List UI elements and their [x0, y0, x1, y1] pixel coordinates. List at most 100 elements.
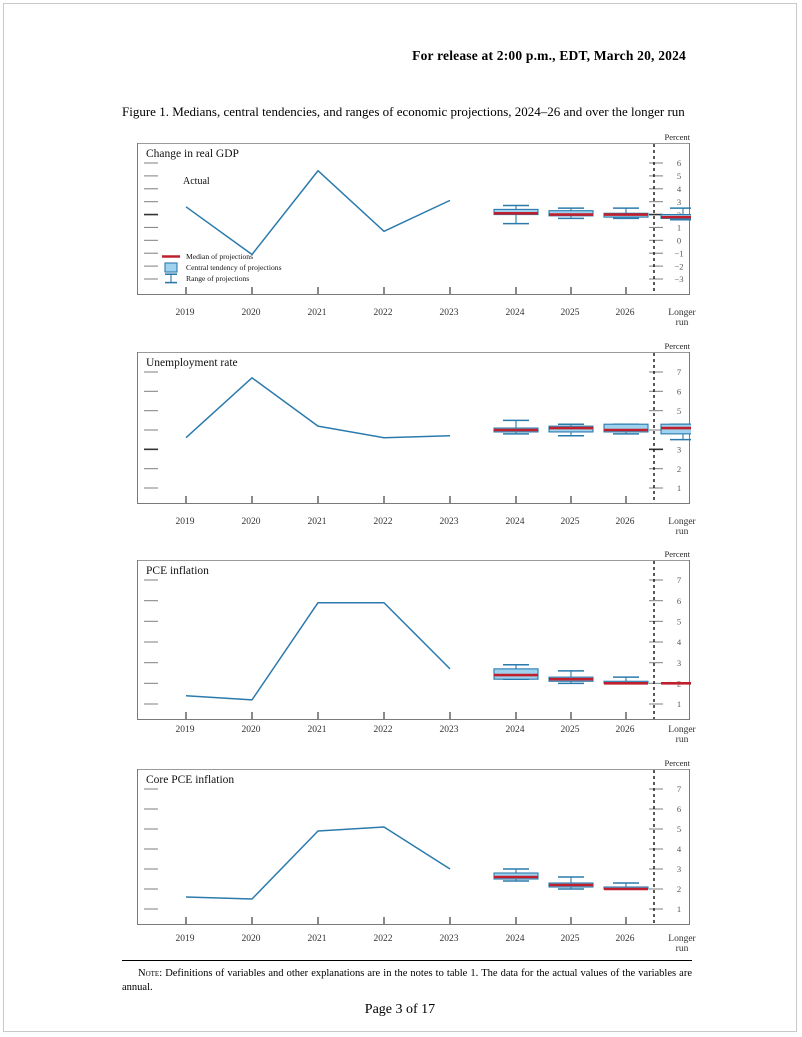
x-axis-label-2024: 2024	[505, 308, 525, 318]
x-axis-label-2022: 2022	[373, 517, 393, 527]
projection-2025	[548, 876, 594, 890]
chart-svg: 7654321	[144, 770, 682, 924]
x-axis-label-longer-run: Longer run	[668, 725, 695, 746]
chart-panel-core-pce-inflation: Percent Core PCE inflation 7 6 5 4 3 2 1	[137, 758, 690, 929]
x-axis-label-2020: 2020	[241, 934, 261, 944]
note-text: Definitions of variables and other expla…	[122, 968, 692, 994]
x-axis-label-2022: 2022	[373, 934, 393, 944]
x-axis-label-2025: 2025	[560, 517, 580, 527]
x-axis-label-longer-run: Longer run	[668, 308, 695, 329]
legend-swatch-median-icon	[162, 255, 180, 258]
percent-axis-label: Percent	[664, 132, 691, 142]
release-line: For release at 2:00 p.m., EDT, March 20,…	[412, 48, 686, 63]
chart-panel-pce-inflation: PercentPCE inflation7654321	[137, 549, 691, 724]
svg-text:2: 2	[677, 464, 681, 474]
svg-text:5: 5	[677, 617, 681, 627]
legend-label: Median of projections	[186, 252, 254, 261]
plot-area: Change in real GDP6543210−1−2−3ActualMed…	[137, 143, 691, 295]
x-axis-label-2020: 2020	[241, 517, 261, 527]
svg-text:1: 1	[677, 223, 681, 233]
svg-text:7: 7	[677, 784, 682, 794]
x-axis-label-2023: 2023	[439, 517, 459, 527]
svg-text:3: 3	[677, 864, 681, 874]
svg-text:4: 4	[677, 184, 682, 194]
x-axis-label-2021: 2021	[307, 725, 327, 735]
x-axis-label-2021: 2021	[307, 517, 327, 527]
x-axis-label-2024: 2024	[505, 517, 525, 527]
chart-svg: 6543210−1−2−3	[144, 144, 691, 294]
svg-text:5: 5	[677, 406, 681, 416]
figure-caption: Figure 1. Medians, central tendencies, a…	[122, 104, 685, 119]
svg-text:2: 2	[677, 884, 681, 894]
x-axis-label-2019: 2019	[175, 308, 195, 318]
projection-2024	[493, 868, 539, 882]
svg-text:3: 3	[677, 445, 681, 455]
x-axis-label-2025: 2025	[560, 934, 580, 944]
x-axis-label-2026: 2026	[615, 308, 635, 318]
plot-area: Unemployment rate7654321	[137, 352, 691, 504]
x-axis-label-2022: 2022	[373, 308, 393, 318]
longer-run-line-2: run	[675, 943, 689, 954]
page-number: Page 3 of 17	[364, 1002, 436, 1017]
svg-text:7: 7	[677, 367, 682, 377]
svg-text:6: 6	[677, 804, 682, 814]
svg-text:6: 6	[677, 158, 682, 168]
plot-area: Core PCE inflation 7 6 5 4 3 2 1	[137, 769, 690, 925]
x-axis-label-2023: 2023	[439, 725, 459, 735]
projection-2026	[603, 423, 649, 435]
x-axis-label-longer-run: Longer run	[668, 934, 695, 955]
x-axis-label-2019: 2019	[175, 517, 195, 527]
longer-run-line-2: run	[675, 734, 689, 745]
chart-svg: 7654321	[144, 561, 691, 719]
chart-panel-unemployment-rate: PercentUnemployment rate7654321	[137, 341, 691, 508]
svg-text:5: 5	[677, 171, 681, 181]
x-axis-label-2022: 2022	[373, 725, 393, 735]
svg-text:0: 0	[677, 236, 681, 246]
percent-axis-label: Percent	[664, 549, 691, 559]
x-axis-label-2024: 2024	[505, 934, 525, 944]
x-axis-label-2020: 2020	[241, 308, 261, 318]
svg-text:4: 4	[677, 844, 682, 854]
x-axis-label-2026: 2026	[615, 517, 635, 527]
x-axis-label-2023: 2023	[439, 308, 459, 318]
svg-text:3: 3	[677, 658, 681, 668]
svg-text:−3: −3	[674, 274, 683, 284]
legend-label: Range of projections	[186, 274, 250, 283]
legend-swatch-central_tendency-icon	[164, 262, 178, 273]
x-axis-label-2026: 2026	[615, 934, 635, 944]
x-axis-label-2025: 2025	[560, 308, 580, 318]
x-axis-label-2021: 2021	[307, 934, 327, 944]
legend-label: Central tendency of projections	[186, 263, 282, 272]
svg-text:5: 5	[677, 824, 681, 834]
actual-series-line	[185, 826, 451, 900]
plot-area: PCE inflation7654321	[137, 560, 691, 720]
svg-text:−1: −1	[674, 248, 683, 258]
projection-2026	[603, 882, 649, 891]
x-axis-label-2023: 2023	[439, 934, 459, 944]
projection-2024	[493, 204, 539, 225]
svg-text:6: 6	[677, 387, 682, 397]
svg-text:−2: −2	[674, 261, 683, 271]
x-axis-label-2026: 2026	[615, 725, 635, 735]
projection-2026	[603, 207, 649, 220]
svg-text:4: 4	[677, 637, 682, 647]
x-axis-label-2020: 2020	[241, 725, 261, 735]
x-axis-label-2025: 2025	[560, 725, 580, 735]
legend-swatch-range-icon	[165, 273, 177, 284]
projection-2025	[548, 207, 594, 220]
x-axis-label-2019: 2019	[175, 725, 195, 735]
note-rule	[122, 960, 692, 961]
figure-note: Note: Definitions of variables and other…	[122, 960, 692, 995]
chart-panel-change-in-real-gdp: PercentChange in real GDP6543210−1−2−3Ac…	[137, 132, 691, 299]
actual-series-line	[185, 601, 451, 701]
projection-2024	[493, 663, 539, 680]
x-axis-label-2019: 2019	[175, 934, 195, 944]
document-page: For release at 2:00 p.m., EDT, March 20,…	[3, 3, 797, 1032]
percent-axis-label: Percent	[664, 341, 691, 351]
x-axis-label-2021: 2021	[307, 308, 327, 318]
actual-series-line	[185, 169, 451, 256]
x-axis-label-2024: 2024	[505, 725, 525, 735]
projection-2026	[603, 676, 649, 685]
x-axis-label-longer-run: Longer run	[668, 517, 695, 538]
projection-longer-run	[660, 423, 691, 441]
